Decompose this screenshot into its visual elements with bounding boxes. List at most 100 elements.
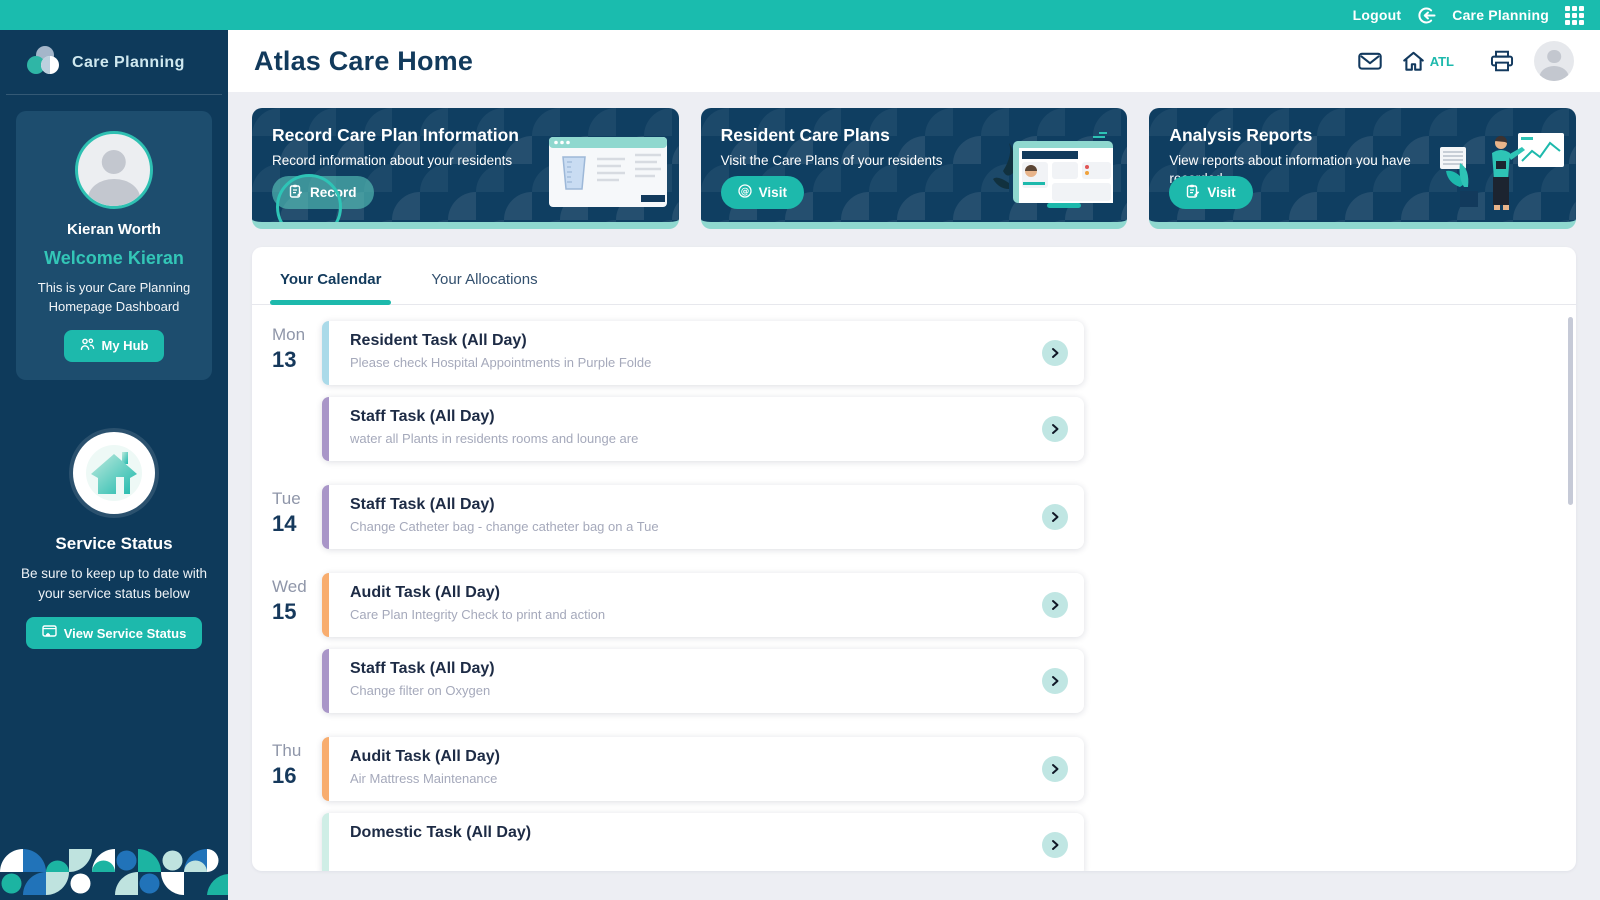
task-title: Audit Task (All Day) (350, 748, 500, 765)
care-planning-logo-icon (26, 45, 62, 80)
task-subtitle: Please check Hospital Appointments in Pu… (350, 355, 652, 370)
task-card[interactable]: Resident Task (All Day) Please check Hos… (322, 321, 1084, 385)
day-number: 14 (272, 511, 297, 536)
task-title: Domestic Task (All Day) (350, 824, 532, 841)
visit-button-label: Visit (1207, 185, 1236, 200)
at-icon: @ (738, 184, 752, 201)
logout-icon[interactable] (1417, 6, 1436, 25)
chevron-right-icon[interactable] (1042, 416, 1068, 442)
sidebar: Care Planning Kieran Worth Welcome Kiera… (0, 30, 228, 900)
decorative-mosaic (0, 849, 228, 900)
task-title: Staff Task (All Day) (350, 408, 495, 425)
user-avatar[interactable] (1534, 41, 1574, 81)
task-accent-bar (322, 485, 329, 549)
home-icon[interactable]: ATL (1402, 51, 1454, 72)
profile-avatar (75, 131, 153, 209)
view-service-status-button[interactable]: View Service Status (25, 617, 203, 650)
task-accent-bar (322, 397, 329, 461)
service-status-description: Be sure to keep up to date with your ser… (20, 565, 208, 601)
calendar-day-group: Mon 13 Resident Task (All Day) Please ch… (264, 321, 1576, 461)
calendar-day-group: Thu 16 Audit Task (All Day) Air Mattress… (264, 737, 1576, 871)
chevron-right-icon[interactable] (1042, 668, 1068, 694)
task-subtitle: Change Catheter bag - change catheter ba… (350, 519, 659, 534)
service-status-section: Service Status Be sure to keep up to dat… (0, 431, 228, 650)
svg-text:@: @ (740, 187, 749, 197)
analysis-reports-card[interactable]: Analysis Reports View reports about info… (1149, 108, 1577, 229)
task-accent-bar (322, 321, 329, 385)
task-card[interactable]: Audit Task (All Day) Care Plan Integrity… (322, 573, 1084, 637)
home-code-label: ATL (1429, 53, 1454, 69)
task-card[interactable]: Staff Task (All Day) Change filter on Ox… (322, 649, 1084, 713)
profile-card: Kieran Worth Welcome Kieran This is your… (16, 111, 212, 380)
card-subtitle: Record information about your residents (272, 153, 513, 168)
card-subtitle: Visit the Care Plans of your residents (720, 153, 943, 168)
calendar-day-group: Wed 15 Audit Task (All Day) Care Plan In… (264, 573, 1576, 713)
task-accent-bar (322, 573, 329, 637)
task-title: Staff Task (All Day) (350, 496, 495, 513)
day-number: 15 (272, 599, 297, 624)
apps-grid-icon[interactable] (1565, 5, 1584, 25)
record-care-plan-card[interactable]: Record Care Plan Information Record info… (252, 108, 679, 229)
logout-button[interactable]: Logout (1353, 7, 1402, 23)
panel-scrollbar-thumb[interactable] (1568, 317, 1573, 505)
task-card[interactable]: Staff Task (All Day) Change Catheter bag… (322, 485, 1084, 549)
calendar-panel: Your Calendar Your Allocations Mon 13 Re… (252, 247, 1576, 871)
promo-cards-row: Record Care Plan Information Record info… (252, 108, 1577, 229)
record-button-label: Record (310, 185, 357, 200)
record-illustration (547, 133, 669, 216)
task-subtitle: Change filter on Oxygen (350, 683, 491, 698)
task-accent-bar (322, 813, 329, 871)
day-name: Thu (272, 741, 302, 760)
top-bar: Logout Care Planning (0, 0, 1600, 30)
main-content: Record Care Plan Information Record info… (228, 92, 1600, 900)
task-subtitle: Air Mattress Maintenance (350, 771, 498, 786)
task-subtitle: Care Plan Integrity Check to print and a… (350, 607, 606, 622)
profile-name: Kieran Worth (67, 221, 161, 238)
day-name: Mon (272, 325, 306, 344)
visit-care-plans-button[interactable]: @ Visit (720, 176, 804, 209)
clipboard-edit-icon (289, 184, 303, 201)
tab-your-calendar[interactable]: Your Calendar (269, 271, 392, 305)
calendar-day-group: Tue 14 Staff Task (All Day) Change Cathe… (264, 485, 1576, 549)
day-name: Wed (272, 577, 307, 596)
visit-button-label: Visit (758, 185, 787, 200)
brand-logo-row: Care Planning (6, 30, 222, 95)
my-hub-label: My Hub (101, 338, 149, 354)
analysis-illustration (1438, 125, 1566, 216)
page-header: Atlas Care Home ATL (228, 30, 1600, 92)
chevron-right-icon[interactable] (1042, 756, 1068, 782)
task-title: Staff Task (All Day) (350, 660, 495, 677)
resident-care-plans-card[interactable]: Resident Care Plans Visit the Care Plans… (700, 108, 1128, 229)
task-title: Audit Task (All Day) (350, 584, 500, 601)
service-status-title: Service Status (55, 533, 173, 553)
print-icon[interactable] (1490, 50, 1514, 72)
service-house-icon (73, 431, 155, 514)
profile-description: This is your Care Planning Homepage Dash… (37, 280, 191, 314)
people-icon (80, 338, 95, 354)
day-number: 16 (272, 763, 297, 788)
record-button[interactable]: Record (272, 176, 374, 209)
day-number: 13 (272, 347, 297, 372)
task-card[interactable]: Domestic Task (All Day) (322, 813, 1084, 871)
view-service-status-label: View Service Status (63, 625, 187, 641)
tab-your-allocations[interactable]: Your Allocations (431, 271, 537, 304)
task-card[interactable]: Staff Task (All Day) water all Plants in… (322, 397, 1084, 461)
page-title: Atlas Care Home (254, 45, 474, 76)
app-switcher-label[interactable]: Care Planning (1452, 7, 1549, 23)
task-subtitle: water all Plants in residents rooms and … (350, 431, 639, 446)
chevron-right-icon[interactable] (1042, 340, 1068, 366)
service-monitor-icon (41, 625, 57, 641)
chevron-right-icon[interactable] (1042, 504, 1068, 530)
tabs-row: Your Calendar Your Allocations (252, 247, 1576, 305)
chevron-right-icon[interactable] (1042, 592, 1068, 618)
mail-icon[interactable] (1357, 51, 1382, 71)
task-accent-bar (322, 649, 329, 713)
task-card[interactable]: Audit Task (All Day) Air Mattress Mainte… (322, 737, 1084, 801)
chevron-right-icon[interactable] (1042, 832, 1068, 858)
calendar-list: Mon 13 Resident Task (All Day) Please ch… (252, 305, 1576, 871)
brand-name: Care Planning (72, 53, 185, 71)
task-title: Resident Task (All Day) (350, 332, 527, 349)
my-hub-button[interactable]: My Hub (63, 329, 165, 362)
visit-reports-button[interactable]: Visit (1169, 176, 1253, 209)
care-plans-illustration (989, 131, 1117, 216)
